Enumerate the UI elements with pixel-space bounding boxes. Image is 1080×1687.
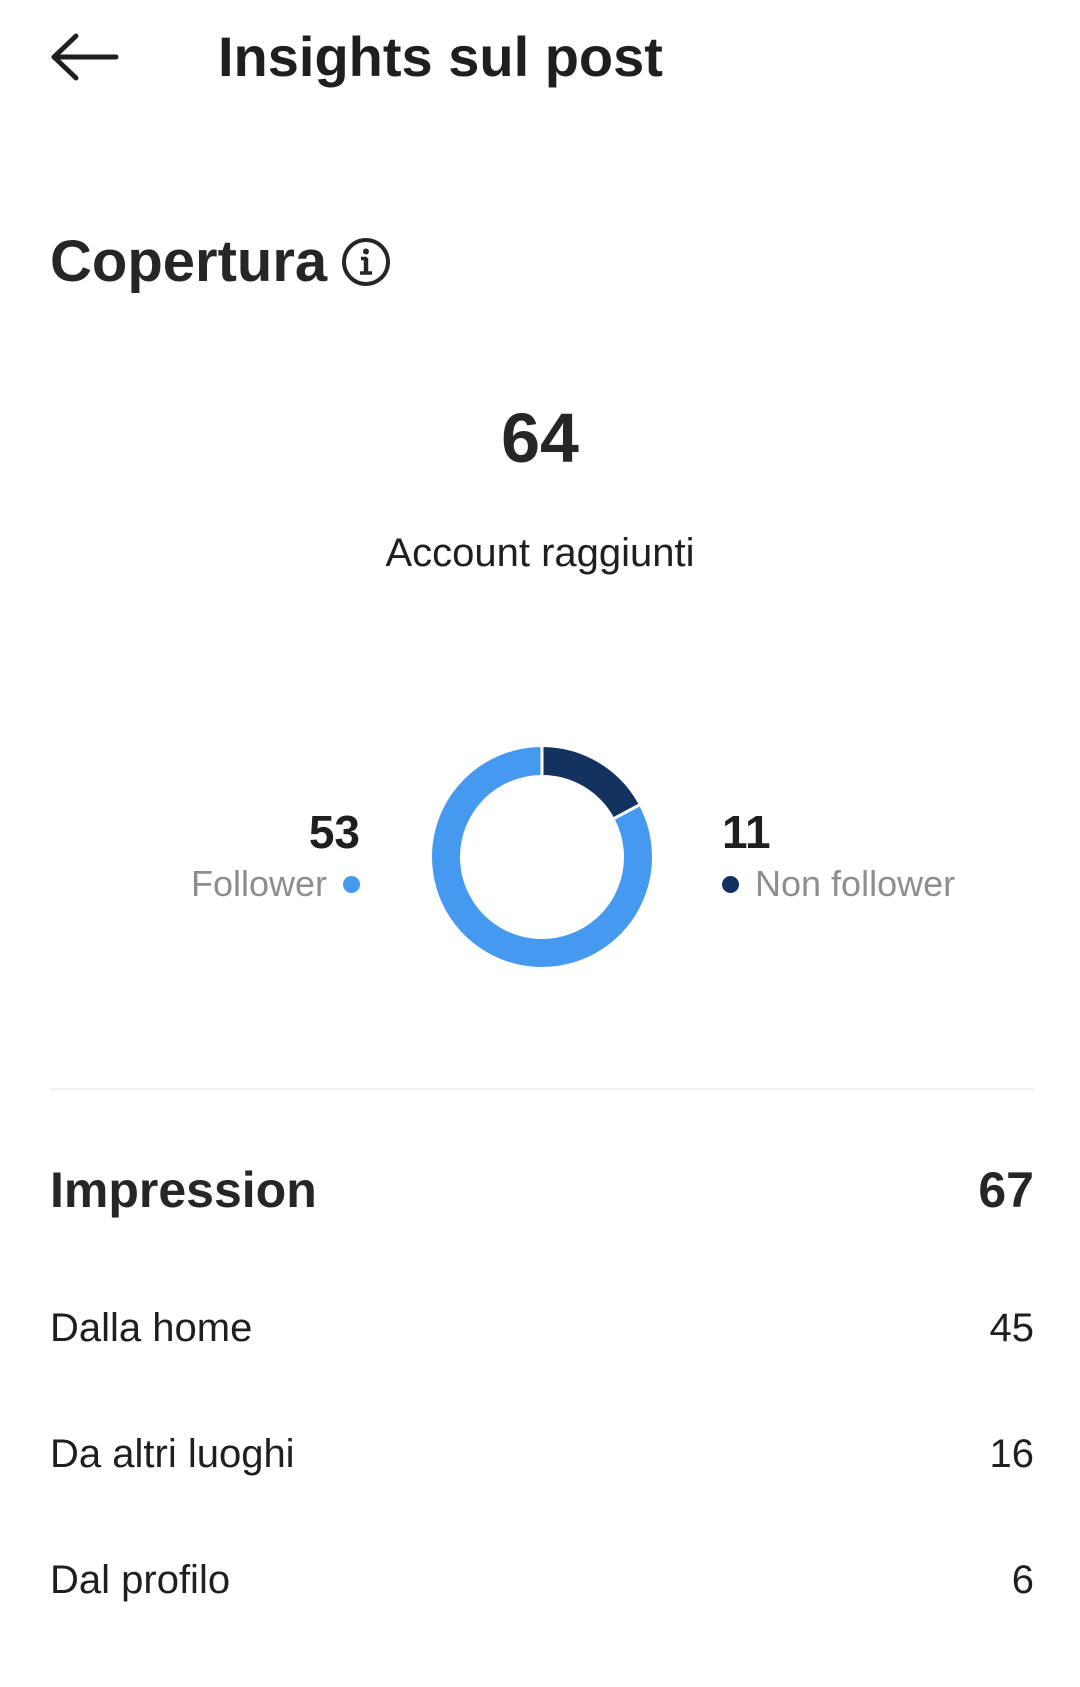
accounts-reached-count: 64 <box>501 399 579 477</box>
impression-source-value: 45 <box>989 1305 1035 1350</box>
followers-label: Follower <box>190 863 327 904</box>
section-divider <box>50 1088 1034 1090</box>
accounts-reached-label: Account raggiunti <box>385 531 695 575</box>
page-title: Insights sul post <box>218 25 663 88</box>
followers-legend-row: Follower <box>191 861 360 907</box>
impression-source-row: Dalla home 45 <box>50 1298 1034 1358</box>
non-followers-legend-row: Non follower <box>722 861 955 907</box>
top-bar: Insights sul post <box>0 0 1080 120</box>
arrow-left-icon <box>51 33 119 81</box>
non-followers-slice <box>541 747 640 819</box>
impressions-label: Impression <box>50 1162 317 1218</box>
non-followers-label: Non follower <box>755 863 956 904</box>
non-followers-count: 11 <box>722 806 771 858</box>
impressions-value: 67 <box>978 1162 1034 1218</box>
impression-source-value: 6 <box>1011 1557 1034 1602</box>
reach-donut-chart <box>432 746 652 967</box>
impression-source-row: Da altri luoghi 16 <box>50 1424 1034 1484</box>
impression-source-value: 16 <box>989 1431 1035 1476</box>
non-followers-dot <box>722 875 739 893</box>
info-icon[interactable] <box>340 236 392 288</box>
followers-dot <box>343 875 360 893</box>
back-button[interactable] <box>40 22 130 92</box>
impression-source-row: Dal profilo 6 <box>50 1550 1034 1610</box>
impression-source-label: Dalla home <box>50 1305 253 1350</box>
followers-legend: 53 Follower <box>191 803 360 907</box>
followers-count: 53 <box>308 806 360 858</box>
impression-source-label: Dal profilo <box>50 1557 231 1602</box>
reach-section-title: Copertura <box>50 229 328 294</box>
non-followers-legend: 11 Non follower <box>722 803 955 907</box>
impression-source-label: Da altri luoghi <box>50 1431 295 1476</box>
impressions-row: Impression 67 <box>50 1155 1034 1225</box>
